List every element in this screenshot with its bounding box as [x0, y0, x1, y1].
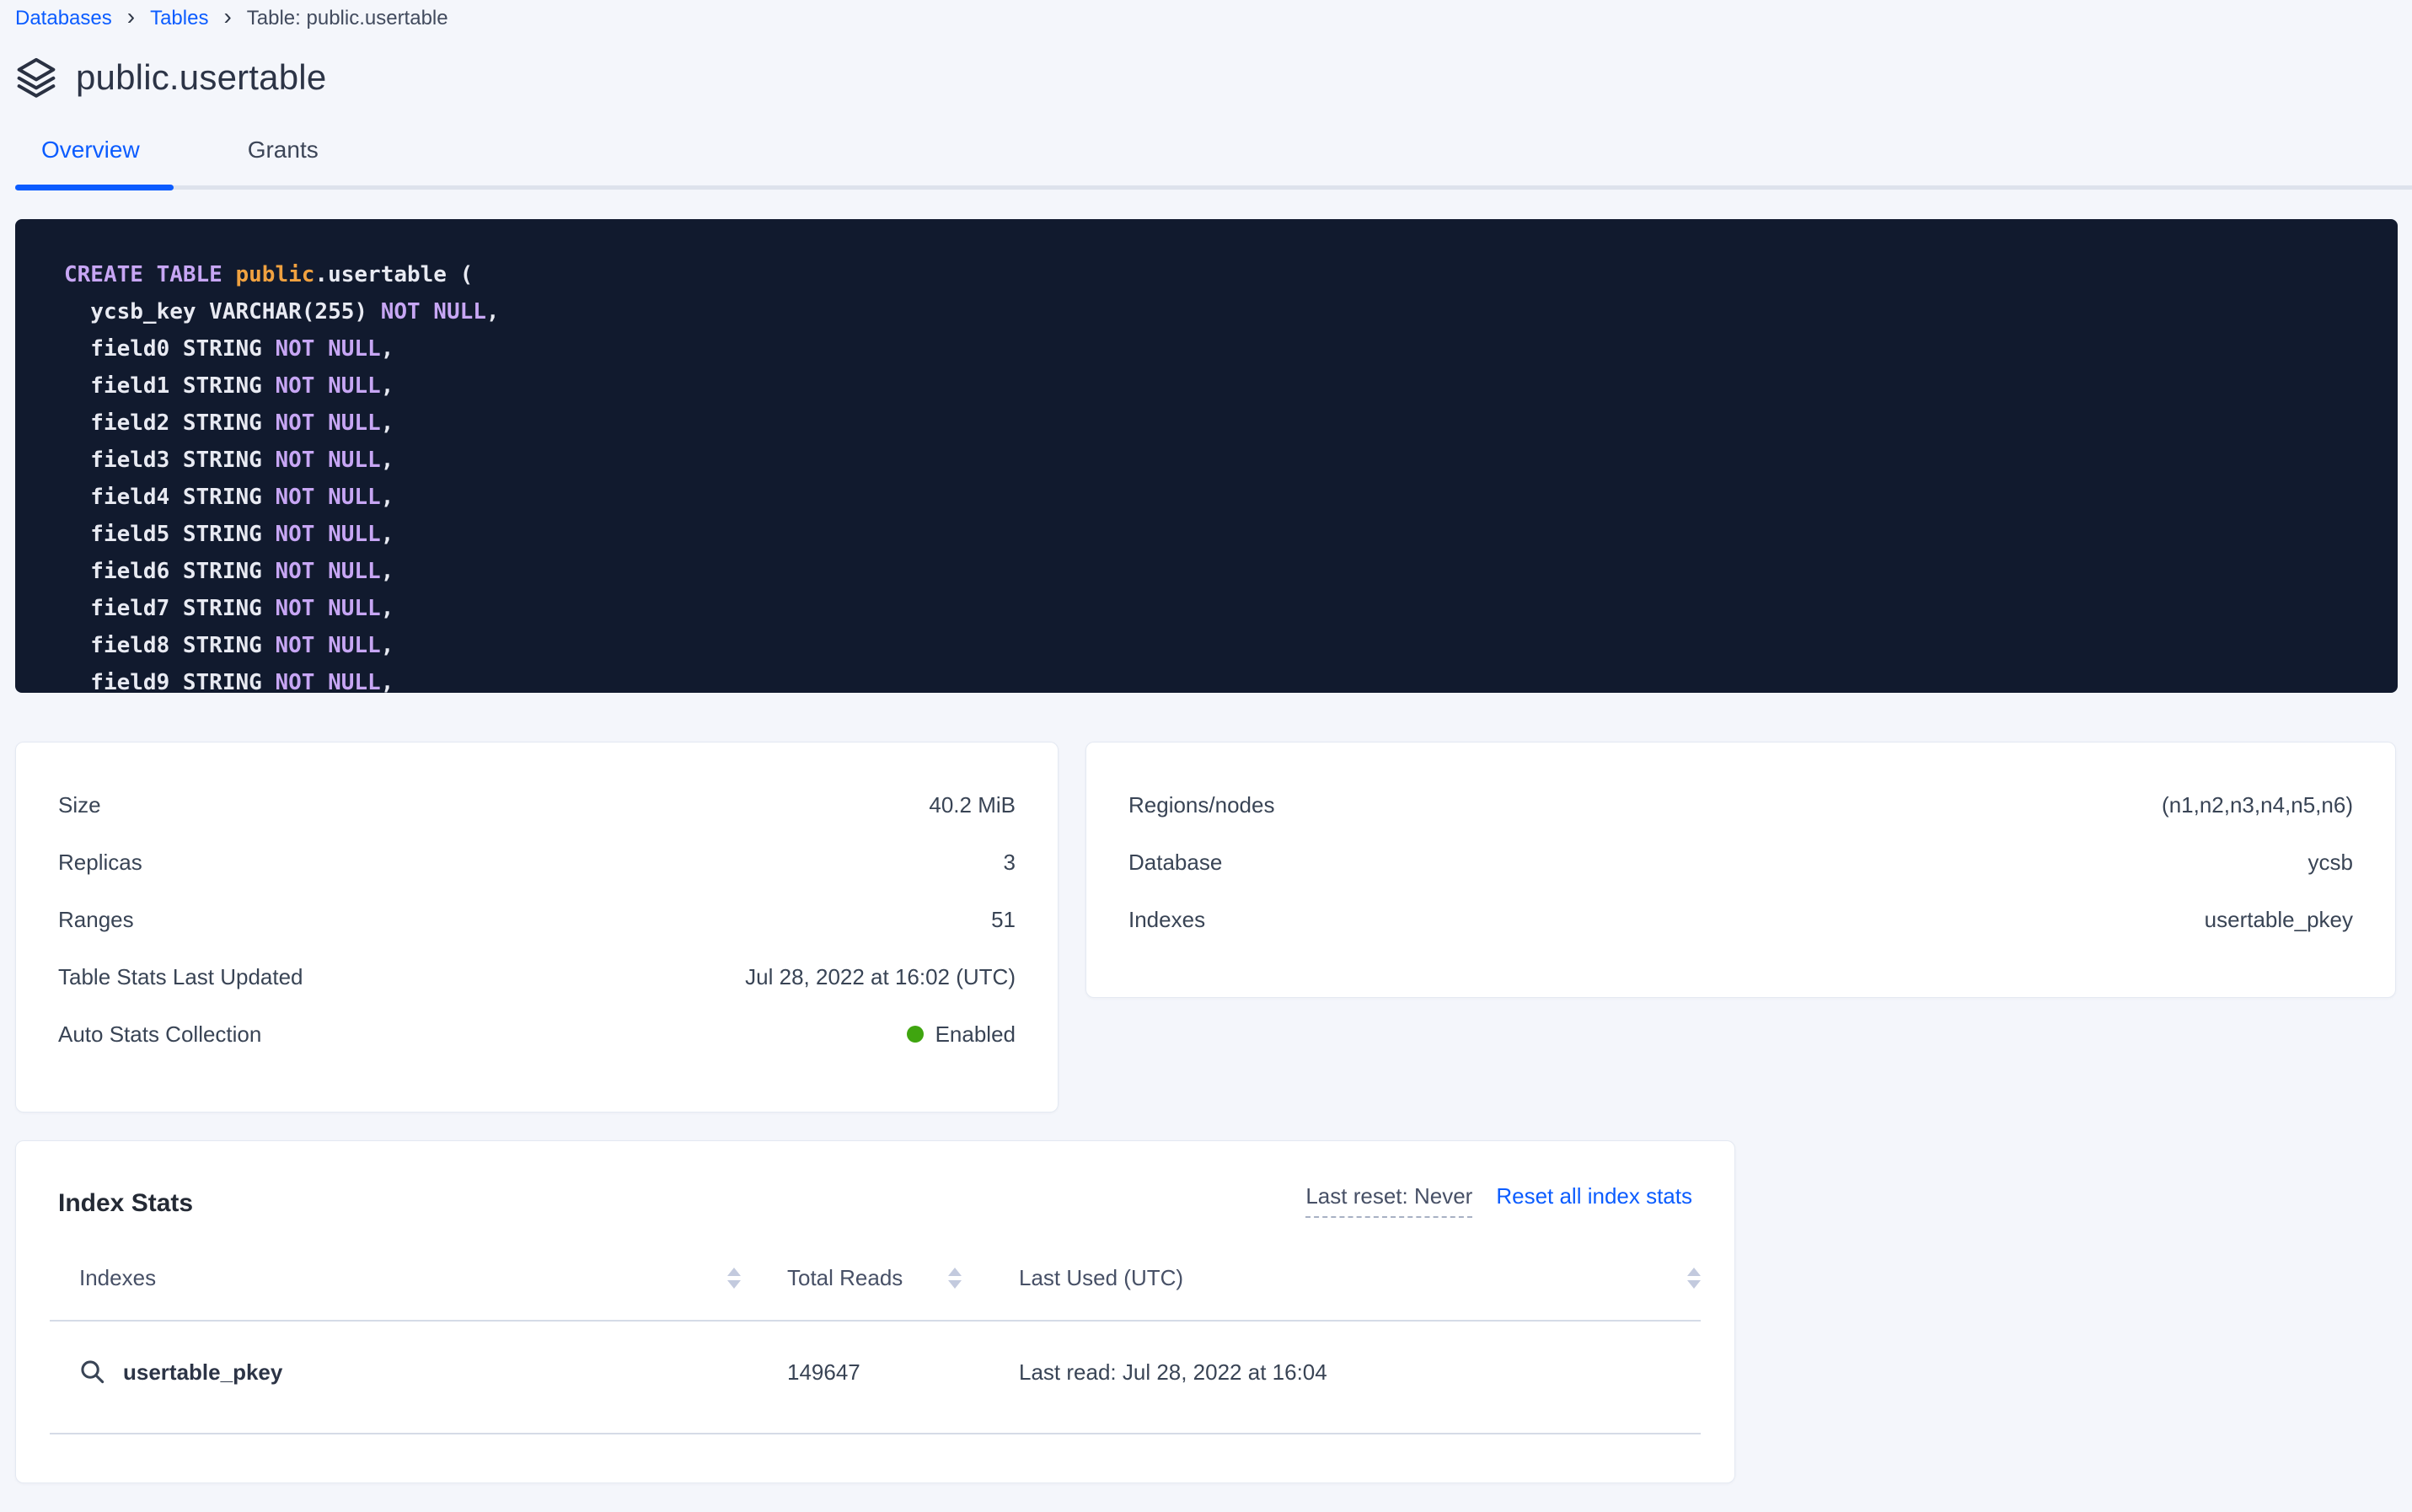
- sql-line: field3 STRING NOT NULL,: [64, 442, 2364, 479]
- detail-value: 3: [1004, 850, 1016, 876]
- sql-code: CREATE TABLE public.usertable ( ycsb_key…: [64, 256, 2364, 693]
- detail-row: Size 40.2 MiB: [58, 776, 1016, 834]
- index-stats-row: usertable_pkey 149647Last read: Jul 28, 2…: [50, 1322, 1701, 1434]
- detail-value: Jul 28, 2022 at 16:02 (UTC): [745, 964, 1016, 990]
- index-stats-card: Index Stats Last reset: Never Reset all …: [15, 1140, 1735, 1483]
- detail-value: 51: [991, 907, 1016, 933]
- tab-underline: [15, 185, 2412, 190]
- detail-value: usertable_pkey: [2205, 907, 2353, 933]
- table-details: Size 40.2 MiB Replicas 3 Ranges 51 Table Stats…: [15, 742, 2398, 1113]
- column-label: Total Reads: [787, 1265, 903, 1291]
- column-label: Last Used (UTC): [1019, 1265, 1183, 1291]
- detail-value: ycsb: [2308, 850, 2353, 876]
- detail-label: Auto Stats Collection: [58, 1021, 261, 1048]
- chevron-right-icon: ›: [127, 7, 135, 27]
- sql-line: field4 STRING NOT NULL,: [64, 479, 2364, 516]
- sql-line: field8 STRING NOT NULL,: [64, 627, 2364, 664]
- index-stats-title: Index Stats: [58, 1189, 193, 1218]
- table-stats-card: Size 40.2 MiB Replicas 3 Ranges 51 Table Stats…: [15, 742, 1059, 1113]
- tab-overview[interactable]: Overview: [41, 137, 140, 185]
- sql-line: ycsb_key VARCHAR(255) NOT NULL,: [64, 293, 2364, 330]
- page-title: public.usertable: [76, 57, 326, 98]
- detail-label: Replicas: [58, 850, 142, 876]
- breadcrumb-link-tables[interactable]: Tables: [150, 7, 208, 30]
- sql-line: CREATE TABLE public.usertable (: [64, 256, 2364, 293]
- detail-row: Indexes usertable_pkey: [1128, 891, 2353, 948]
- magnifier-icon: [79, 1359, 106, 1386]
- tab-active-indicator: [15, 185, 174, 190]
- detail-row: Auto Stats Collection Enabled: [58, 1005, 1016, 1063]
- detail-label: Regions/nodes: [1128, 792, 1274, 818]
- index-name-link[interactable]: usertable_pkey: [123, 1359, 282, 1386]
- tab-bar: Overview Grants: [0, 137, 2412, 190]
- sort-icon[interactable]: [1687, 1268, 1701, 1289]
- sql-line: field6 STRING NOT NULL,: [64, 553, 2364, 590]
- column-header-total-reads[interactable]: Total Reads: [741, 1265, 962, 1291]
- status-dot-icon: [907, 1026, 924, 1043]
- detail-label: Database: [1128, 850, 1222, 876]
- last-used-value: Last read: Jul 28, 2022 at 16:04: [962, 1359, 1701, 1386]
- breadcrumb-link-databases[interactable]: Databases: [15, 7, 112, 30]
- detail-row: Replicas 3: [58, 834, 1016, 891]
- reset-all-index-stats-link[interactable]: Reset all index stats: [1496, 1183, 1692, 1209]
- total-reads-value: 149647: [741, 1359, 962, 1386]
- detail-row: Table Stats Last Updated Jul 28, 2022 at …: [58, 948, 1016, 1005]
- last-reset-label: Last reset: Never: [1305, 1183, 1472, 1218]
- sql-line: field0 STRING NOT NULL,: [64, 330, 2364, 367]
- breadcrumb-current: Table: public.usertable: [247, 7, 448, 30]
- column-header-indexes[interactable]: Indexes: [50, 1265, 741, 1291]
- detail-value: 40.2 MiB: [929, 792, 1016, 818]
- detail-label: Table Stats Last Updated: [58, 964, 303, 990]
- detail-label: Indexes: [1128, 907, 1205, 933]
- create-table-sql-box[interactable]: CREATE TABLE public.usertable ( ycsb_key…: [15, 219, 2398, 693]
- detail-label: Ranges: [58, 907, 134, 933]
- chevron-right-icon: ›: [223, 7, 231, 27]
- index-stats-table: Indexes Total Reads Last Used (UTC) user…: [50, 1265, 1701, 1434]
- detail-row: Ranges 51: [58, 891, 1016, 948]
- column-label: Indexes: [79, 1265, 156, 1291]
- page-header: public.usertable: [15, 56, 2412, 99]
- sql-line: field5 STRING NOT NULL,: [64, 516, 2364, 553]
- sql-line: field7 STRING NOT NULL,: [64, 590, 2364, 627]
- index-stats-table-header: Indexes Total Reads Last Used (UTC): [50, 1265, 1701, 1322]
- sql-line: field2 STRING NOT NULL,: [64, 405, 2364, 442]
- sql-line: field1 STRING NOT NULL,: [64, 367, 2364, 405]
- sql-line: field9 STRING NOT NULL,: [64, 664, 2364, 693]
- tab-grants[interactable]: Grants: [248, 137, 319, 185]
- table-meta-card: Regions/nodes (n1,n2,n3,n4,n5,n6) Database…: [1085, 742, 2396, 998]
- column-header-last-used[interactable]: Last Used (UTC): [962, 1265, 1701, 1291]
- detail-value: Enabled: [907, 1021, 1016, 1048]
- detail-value: (n1,n2,n3,n4,n5,n6): [2162, 792, 2353, 818]
- sort-icon[interactable]: [727, 1268, 741, 1289]
- sort-icon[interactable]: [948, 1268, 962, 1289]
- table-stack-icon: [15, 56, 57, 99]
- detail-row: Database ycsb: [1128, 834, 2353, 891]
- detail-label: Size: [58, 792, 101, 818]
- detail-row: Regions/nodes (n1,n2,n3,n4,n5,n6): [1128, 776, 2353, 834]
- breadcrumb: Databases › Tables › Table: public.usert…: [15, 7, 2412, 30]
